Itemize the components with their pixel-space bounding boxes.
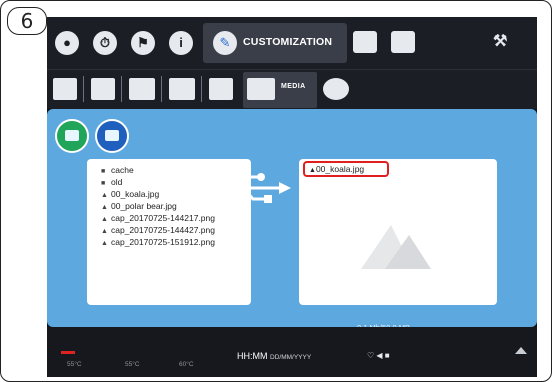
user-card-icon[interactable] xyxy=(391,31,415,53)
image-file-icon: ▲ xyxy=(101,216,108,223)
list-item[interactable]: ▲ cap_20170725-144217.png xyxy=(101,213,215,225)
video-camera-icon xyxy=(105,130,119,141)
tab-customization-label: CUSTOMIZATION xyxy=(243,36,333,48)
divider xyxy=(161,76,162,102)
temperature-reading: 55°C xyxy=(67,361,82,368)
temperature-reading: 60°C xyxy=(179,361,194,368)
device-screen: ● ⏱ ⚑ i ✎ CUSTOMIZATION ⚒ MEDIA ■ cache … xyxy=(47,17,537,377)
book-icon[interactable] xyxy=(53,78,77,100)
image-preview: ▲00_koala.jpg xyxy=(299,159,497,305)
expand-up-icon[interactable] xyxy=(515,347,527,354)
photo-icon xyxy=(65,130,79,141)
top-menu-bar: ● ⏱ ⚑ i ✎ CUSTOMIZATION ⚒ xyxy=(47,17,537,69)
image-file-icon: ▲ xyxy=(101,204,108,211)
water-drop-icon[interactable]: ● xyxy=(55,31,79,55)
tab-media-label: MEDIA xyxy=(281,83,306,90)
divider xyxy=(83,76,84,102)
heater-indicator xyxy=(61,351,75,354)
flag-icon[interactable]: ⚑ xyxy=(131,31,155,55)
palette-icon[interactable] xyxy=(323,78,349,100)
folder-icon: ■ xyxy=(101,168,106,175)
folder-icon: ■ xyxy=(101,180,106,187)
list-item[interactable]: ▲ cap_20170725-151912.png xyxy=(101,237,215,249)
time-display: HH:MM xyxy=(237,351,268,361)
media-panel: ■ cache ■ old ▲ 00_koala.jpg ▲ 00_polar bear… xyxy=(47,109,537,332)
document-icon[interactable] xyxy=(353,31,377,53)
screen-icon[interactable] xyxy=(169,78,195,100)
step-number-badge: 6 xyxy=(7,7,47,35)
usb-status-icon: ■ xyxy=(384,351,390,360)
image-placeholder-icon xyxy=(361,225,431,269)
date-display: DD/MM/YYYY xyxy=(270,354,312,361)
video-mode-button[interactable] xyxy=(95,119,129,153)
media-icon xyxy=(247,78,275,100)
list-item[interactable]: ▲ cap_20170725-144427.png xyxy=(101,225,215,237)
divider xyxy=(121,76,122,102)
list-item[interactable]: ■ old xyxy=(101,177,215,189)
customization-sub-menu: MEDIA xyxy=(47,69,537,109)
photo-mode-button[interactable] xyxy=(55,119,89,153)
picture-icon[interactable] xyxy=(129,78,155,100)
date-time-display: HH:MM DD/MM/YYYY xyxy=(237,351,311,361)
figure-frame: 6 ● ⏱ ⚑ i ✎ CUSTOMIZATION ⚒ MEDIA ■ cach… xyxy=(0,0,552,382)
divider xyxy=(201,76,202,102)
speaker-status-icon: ◀ xyxy=(376,351,383,360)
status-icons: ♡ ◀ ■ xyxy=(367,351,390,360)
wifi-icon: ♡ xyxy=(367,351,375,360)
image-file-icon: ▲ xyxy=(101,192,108,199)
image-file-icon: ▲ xyxy=(101,228,108,235)
list-item[interactable]: ▲ 00_polar bear.jpg xyxy=(101,201,215,213)
clock-icon[interactable]: ⏱ xyxy=(93,31,117,55)
image-file-icon: ▲ xyxy=(101,240,108,247)
info-icon[interactable]: i xyxy=(169,31,193,55)
image-file-icon: ▲ xyxy=(309,167,316,174)
speaker-icon[interactable] xyxy=(209,78,233,100)
wrench-icon[interactable]: ⚒ xyxy=(493,31,507,51)
book-picture-icon[interactable] xyxy=(91,78,115,100)
list-item[interactable]: ■ cache xyxy=(101,165,215,177)
status-bar: 55°C 55°C 60°C HH:MM DD/MM/YYYY ♡ ◀ ■ xyxy=(47,327,537,377)
usb-icon xyxy=(215,173,291,203)
selected-file-label[interactable]: ▲00_koala.jpg xyxy=(303,161,389,177)
tab-customization[interactable]: ✎ CUSTOMIZATION xyxy=(203,23,347,63)
list-item[interactable]: ▲ 00_koala.jpg xyxy=(101,189,215,201)
pencil-icon: ✎ xyxy=(213,31,237,55)
file-list: ■ cache ■ old ▲ 00_koala.jpg ▲ 00_polar bear… xyxy=(101,165,215,249)
temperature-reading: 55°C xyxy=(125,361,140,368)
